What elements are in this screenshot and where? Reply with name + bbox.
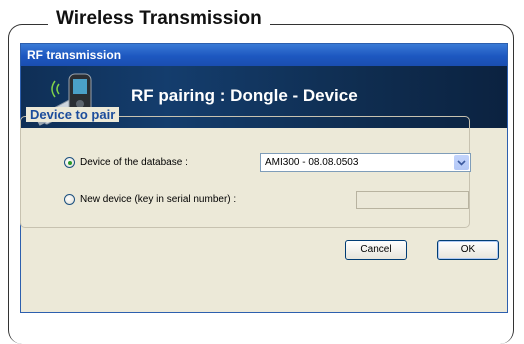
window-titlebar[interactable]: RF transmission xyxy=(21,44,507,66)
radio-row-database[interactable]: Device of the database : xyxy=(64,157,188,168)
cancel-button[interactable]: Cancel xyxy=(345,240,407,260)
device-to-pair-group xyxy=(20,116,470,228)
window-title: RF transmission xyxy=(27,48,122,62)
frame-title: Wireless Transmission xyxy=(48,7,270,31)
radio-new-device-label: New device (key in serial number) : xyxy=(80,194,237,205)
group-legend: Device to pair xyxy=(26,107,120,122)
device-select[interactable]: AMI300 - 08.08.0503 xyxy=(260,153,471,172)
radio-database-device[interactable] xyxy=(64,157,75,168)
radio-new-device[interactable] xyxy=(64,194,75,205)
radio-row-new-device[interactable]: New device (key in serial number) : xyxy=(64,194,236,205)
serial-number-input[interactable] xyxy=(356,191,469,209)
ok-button[interactable]: OK xyxy=(437,240,499,260)
chevron-down-icon[interactable] xyxy=(454,155,469,170)
device-select-value: AMI300 - 08.08.0503 xyxy=(265,157,359,168)
radio-database-label: Device of the database : xyxy=(80,157,188,168)
banner-title: RF pairing : Dongle - Device xyxy=(131,86,358,105)
